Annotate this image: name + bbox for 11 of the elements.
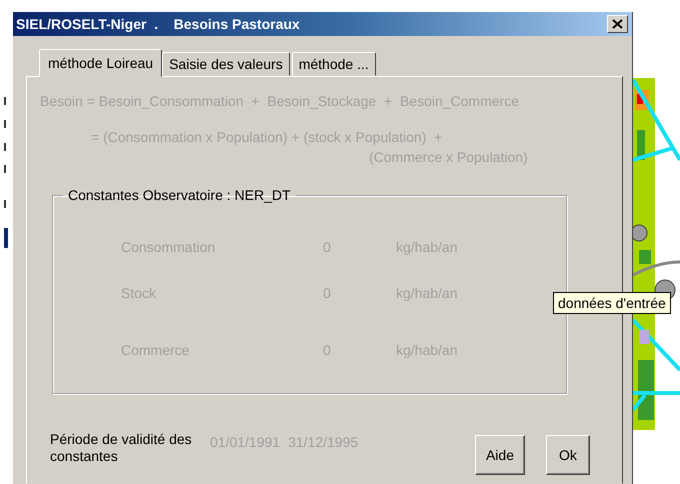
ok-button[interactable]: Ok [546,435,590,475]
tab[interactable]: méthode ... [292,52,376,76]
validity-label: Période de validité des constantes [50,431,193,465]
tab[interactable]: Saisie des valeurs [162,52,290,76]
close-icon [612,19,623,29]
group-title: Constantes Observatoire : NER_DT [67,187,292,203]
close-button[interactable] [607,15,628,33]
tooltip: données d'entrée [553,292,671,314]
tab[interactable]: méthode Loireau [39,49,162,77]
window-title: SIEL/ROSELT-Niger . Besoins Pastoraux [16,16,301,32]
help-button[interactable]: Aide [474,435,525,475]
